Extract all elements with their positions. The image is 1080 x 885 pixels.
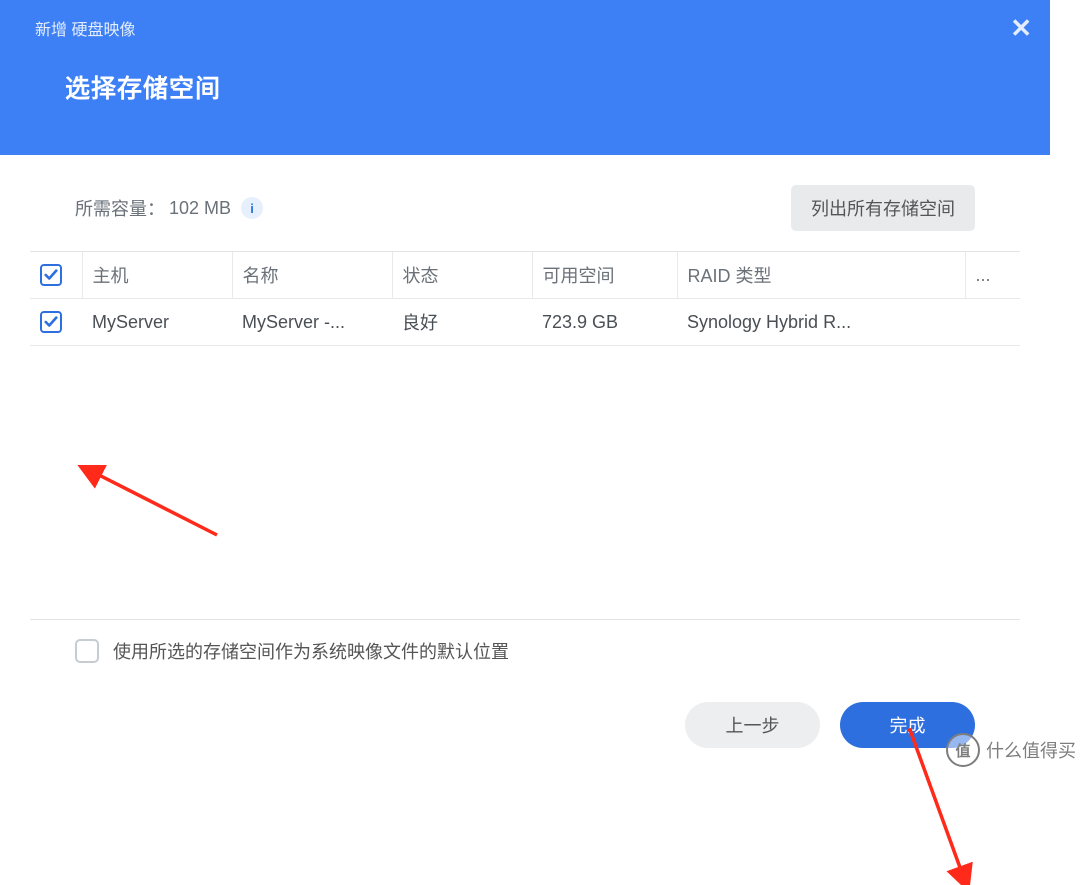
- dialog-title: 选择存储空间: [65, 69, 1015, 105]
- spacer: [30, 346, 1020, 619]
- check-icon: [44, 315, 58, 329]
- required-capacity: 所需容量： 102 MB i: [75, 195, 263, 221]
- capacity-value: 102 MB: [169, 198, 231, 219]
- cell-free-space: 723.9 GB: [532, 299, 677, 346]
- prev-button[interactable]: 上一步: [685, 702, 820, 748]
- dialog-header: 新增 硬盘映像 选择存储空间 ✕: [0, 0, 1050, 155]
- cell-name: MyServer -...: [232, 299, 392, 346]
- dialog-body: 所需容量： 102 MB i 列出所有存储空间 主机 名称: [0, 155, 1050, 773]
- cell-host: MyServer: [82, 299, 232, 346]
- capacity-label: 所需容量：: [75, 195, 165, 221]
- default-location-label: 使用所选的存储空间作为系统映像文件的默认位置: [113, 638, 509, 664]
- watermark-badge-icon: 值: [946, 733, 980, 767]
- column-header-free-space[interactable]: 可用空间: [532, 252, 677, 299]
- cell-status: 良好: [392, 299, 532, 346]
- storage-table: 主机 名称 状态 可用空间 RAID 类型 ...: [30, 251, 1020, 346]
- info-icon[interactable]: i: [241, 197, 263, 219]
- watermark-text: 什么值得买: [986, 737, 1076, 763]
- list-all-storage-button[interactable]: 列出所有存储空间: [791, 185, 975, 231]
- default-location-row: 使用所选的存储空间作为系统映像文件的默认位置: [30, 619, 1020, 682]
- default-location-checkbox[interactable]: [75, 639, 99, 663]
- cell-raid-type: Synology Hybrid R...: [677, 299, 1020, 346]
- column-header-more[interactable]: ...: [965, 252, 1020, 299]
- breadcrumb: 新增 硬盘映像: [35, 16, 135, 40]
- column-header-raid[interactable]: RAID 类型: [677, 252, 965, 299]
- column-header-status[interactable]: 状态: [392, 252, 532, 299]
- dialog-select-storage: 新增 硬盘映像 选择存储空间 ✕ 所需容量： 102 MB i 列出所有存储空间: [0, 0, 1050, 773]
- column-header-checkbox[interactable]: [30, 252, 82, 299]
- row-checkbox[interactable]: [40, 311, 62, 333]
- column-header-host[interactable]: 主机: [82, 252, 232, 299]
- table-row[interactable]: MyServer MyServer -... 良好 723.9 GB Synol…: [30, 299, 1020, 346]
- table-header-row: 主机 名称 状态 可用空间 RAID 类型 ...: [30, 252, 1020, 299]
- capacity-row: 所需容量： 102 MB i 列出所有存储空间: [30, 185, 1020, 251]
- select-all-checkbox[interactable]: [40, 264, 62, 286]
- watermark: 值 什么值得买: [946, 733, 1076, 767]
- close-icon[interactable]: ✕: [1010, 15, 1032, 41]
- check-icon: [44, 268, 58, 282]
- column-header-name[interactable]: 名称: [232, 252, 392, 299]
- dialog-footer: 上一步 完成: [30, 682, 1020, 773]
